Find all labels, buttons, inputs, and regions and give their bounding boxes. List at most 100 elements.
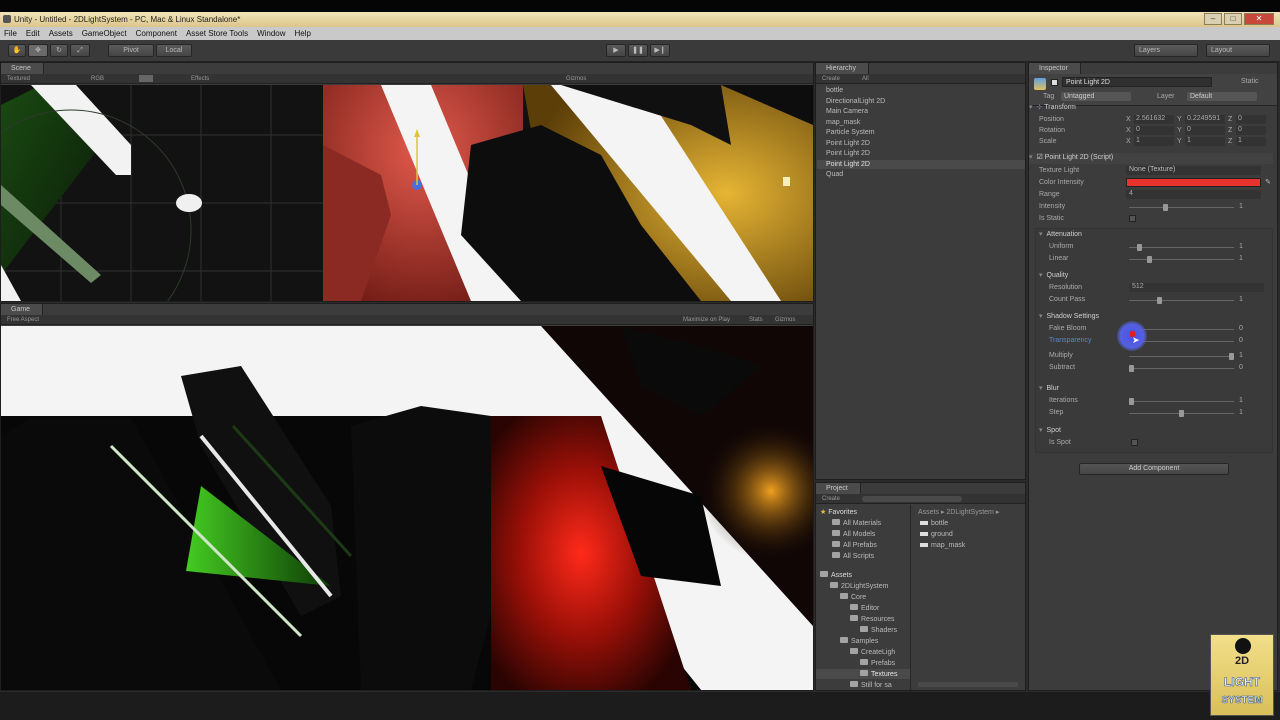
project-create-button[interactable]: Create [822,496,840,502]
tree-folder[interactable]: Core [840,593,866,601]
hierarchy-item[interactable]: map_mask [826,119,860,126]
tree-folder-selected[interactable]: Textures [860,670,897,678]
intensity-slider[interactable] [1129,204,1234,211]
linear-value[interactable]: 1 [1239,255,1243,262]
menu-component[interactable]: Component [136,29,177,38]
add-component-button[interactable]: Add Component [1079,463,1229,475]
tab-inspector[interactable]: Inspector [1029,63,1081,74]
is-static-checkbox[interactable] [1129,215,1136,222]
asset-file[interactable]: bottle [920,520,948,527]
tab-hierarchy[interactable]: Hierarchy [816,63,869,74]
move-tool-button[interactable]: ✥ [28,44,48,57]
tree-folder[interactable]: 2DLightSystem [830,582,888,590]
tab-scene[interactable]: Scene [1,63,44,74]
pivot-toggle[interactable]: Pivot [108,44,154,57]
texture-light-field[interactable]: None (Texture) [1126,166,1261,175]
slider-knob[interactable] [1129,365,1134,372]
favorites-header[interactable]: ★ Favorites [820,508,857,516]
render-mode-dropdown[interactable]: RGB [91,74,104,84]
game-viewport[interactable] [1,326,813,690]
tree-folder[interactable]: Samples [840,637,878,645]
game-gizmos-dropdown[interactable]: Gizmos [775,315,795,325]
tree-folder[interactable]: CreateLigh [850,648,895,656]
menu-assets[interactable]: Assets [49,29,73,38]
step-button[interactable]: ▶❙ [650,44,670,57]
hierarchy-search-input[interactable]: All [862,74,869,84]
project-search-input[interactable] [862,496,962,502]
rotation-y-input[interactable]: 0 [1185,126,1225,135]
hierarchy-item[interactable]: Main Camera [826,108,868,115]
slider-knob[interactable] [1163,204,1168,211]
eyedropper-icon[interactable]: ✎ [1265,178,1271,186]
hierarchy-item[interactable]: bottle [826,87,843,94]
favorite-item[interactable]: All Materials [832,519,881,527]
component-enabled-checkbox[interactable]: ☑ [1037,154,1043,161]
slider-knob[interactable] [1129,398,1134,405]
gizmos-dropdown[interactable]: Gizmos [566,74,586,84]
slider-knob[interactable] [1179,410,1184,417]
subtract-slider[interactable] [1129,365,1234,372]
menu-window[interactable]: Window [257,29,285,38]
menu-asset-store-tools[interactable]: Asset Store Tools [186,29,248,38]
slider-knob[interactable] [1229,353,1234,360]
position-x-input[interactable]: 2.561632 [1134,115,1174,124]
iterations-value[interactable]: 1 [1239,397,1243,404]
scene-viewport[interactable] [1,85,813,301]
hierarchy-item[interactable]: DirectionalLight 2D [826,98,885,105]
step-slider[interactable] [1129,410,1234,417]
shading-dropdown[interactable]: Textured [7,76,30,82]
close-button[interactable]: ✕ [1244,13,1274,25]
stats-toggle[interactable]: Stats [749,315,763,325]
asset-file[interactable]: ground [920,531,953,538]
play-button[interactable]: ▶ [606,44,626,57]
count-pass-value[interactable]: 1 [1239,296,1243,303]
hand-tool-button[interactable]: ✋ [8,44,26,57]
hierarchy-item-selected[interactable]: Point Light 2D [826,161,870,168]
linear-slider[interactable] [1129,256,1234,263]
thumbnail-size-slider[interactable] [918,682,1018,687]
script-component-header[interactable]: ▾ ☑ Point Light 2D (Script) [1029,153,1273,164]
layout-dropdown[interactable]: Layout [1206,44,1270,57]
tree-folder[interactable]: Shaders [860,626,897,634]
layer-dropdown[interactable]: Default [1187,92,1257,101]
count-pass-slider[interactable] [1129,297,1234,304]
position-y-input[interactable]: 0.2249591 [1185,115,1225,124]
tree-folder[interactable]: Still for sa [850,681,892,689]
subtract-value[interactable]: 0 [1239,364,1243,371]
favorite-item[interactable]: All Models [832,530,875,538]
favorite-item[interactable]: All Prefabs [832,541,877,549]
attenuation-header[interactable]: ▾ Attenuation [1039,230,1280,241]
slider-knob[interactable] [1137,244,1142,251]
tab-game[interactable]: Game [1,304,44,315]
scale-tool-button[interactable]: ⤢ [70,44,90,57]
color-swatch[interactable] [1126,178,1261,187]
hierarchy-item[interactable]: Quad [826,171,843,178]
resolution-input[interactable]: 512 [1129,283,1264,292]
hierarchy-create-button[interactable]: Create [822,76,840,82]
transparency-value[interactable]: 0 [1239,337,1243,344]
tag-dropdown[interactable]: Untagged [1061,92,1131,101]
scale-y-input[interactable]: 1 [1185,137,1225,146]
object-name-input[interactable]: Point Light 2D [1062,77,1212,87]
rotation-x-input[interactable]: 0 [1134,126,1174,135]
is-spot-checkbox[interactable] [1131,439,1138,446]
minimize-button[interactable]: – [1204,13,1222,25]
fake-bloom-value[interactable]: 0 [1239,325,1243,332]
tree-folder[interactable]: Editor [850,604,879,612]
menu-edit[interactable]: Edit [26,29,40,38]
range-input[interactable]: 4 [1126,190,1261,199]
blur-header[interactable]: ▾ Blur [1039,384,1280,395]
menu-gameobject[interactable]: GameObject [82,29,127,38]
rotate-tool-button[interactable]: ↻ [50,44,68,57]
effects-dropdown[interactable]: Effects [191,74,209,84]
transform-header[interactable]: ▾ ⊹ Transform [1029,103,1273,114]
multiply-slider[interactable] [1129,353,1234,360]
scale-x-input[interactable]: 1 [1134,137,1174,146]
uniform-slider[interactable] [1129,244,1234,251]
2d-toggle[interactable] [139,75,153,82]
hierarchy-item[interactable]: Point Light 2D [826,140,870,147]
maximize-on-play-toggle[interactable]: Maximize on Play [683,315,730,325]
aspect-dropdown[interactable]: Free Aspect [7,317,39,323]
uniform-value[interactable]: 1 [1239,243,1243,250]
favorite-item[interactable]: All Scripts [832,552,874,560]
